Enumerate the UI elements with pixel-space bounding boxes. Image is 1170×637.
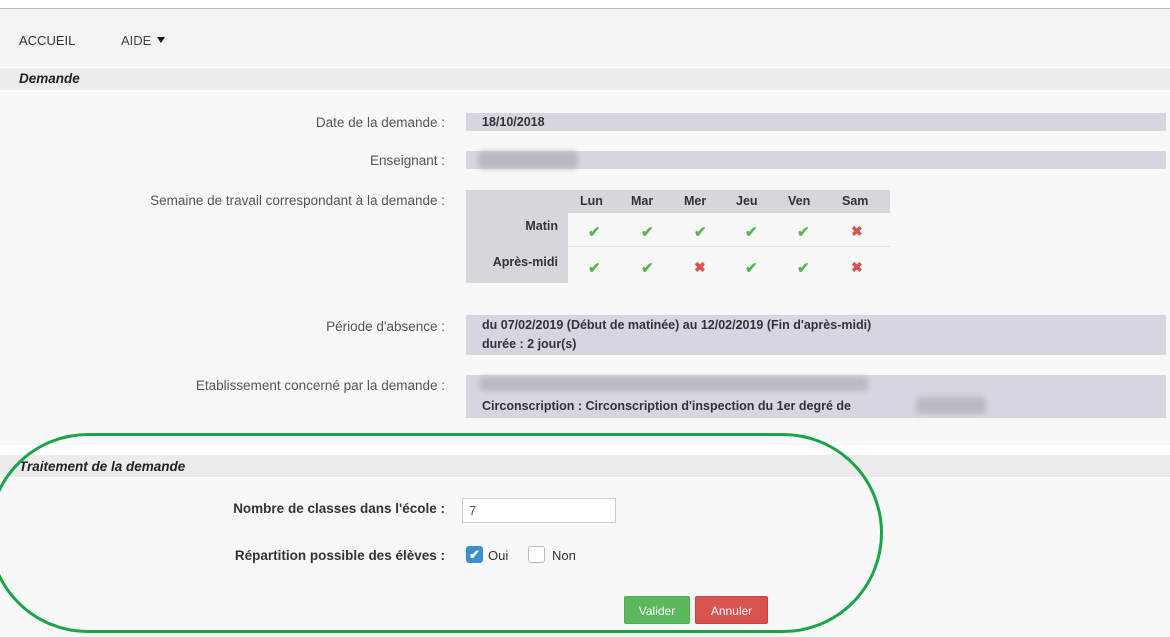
circonscription-text: Circonscription : Circonscription d'insp…: [482, 399, 851, 413]
non-label[interactable]: Non: [552, 548, 576, 563]
check-icon: ✔: [588, 260, 601, 277]
annuler-button[interactable]: Annuler: [695, 596, 768, 624]
caret-down-icon: [157, 36, 166, 43]
date-label: Date de la demande :: [315, 115, 445, 130]
nav-aide-menu[interactable]: AIDE: [121, 33, 166, 48]
date-value: 18/10/2018: [482, 115, 545, 129]
nav-aide-label: AIDE: [121, 33, 152, 48]
traitement-title: Traitement de la demande: [19, 459, 186, 474]
cross-icon: ✖: [851, 259, 863, 275]
redacted-etablissement: [480, 377, 868, 391]
enseignant-label: Enseignant :: [369, 153, 445, 168]
navbar: ACCUEIL AIDE: [0, 9, 1170, 67]
day-header: Mar: [631, 194, 654, 208]
traitement-section-header: Traitement de la demande: [0, 455, 1170, 477]
check-icon: ✔: [641, 260, 654, 277]
redacted-enseignant: [478, 151, 578, 169]
schedule-table: Lun Mar Mer Jeu Ven Sam Matin Après-midi…: [466, 190, 890, 283]
day-header: Sam: [842, 194, 869, 208]
repartition-label: Répartition possible des élèves :: [234, 548, 445, 563]
periode-line-1: du 07/02/2019 (Début de matinée) au 12/0…: [482, 318, 872, 332]
check-icon: ✔: [745, 260, 758, 277]
check-icon: ✔: [745, 224, 758, 241]
nb-classes-input[interactable]: [462, 498, 616, 523]
checkmark-icon: ✔: [469, 547, 480, 562]
nav-accueil-link[interactable]: ACCUEIL: [19, 33, 75, 48]
check-icon: ✔: [797, 260, 810, 277]
semaine-label: Semaine de travail correspondant à la de…: [150, 193, 445, 208]
row-label-matin: Matin: [525, 219, 558, 233]
cross-icon: ✖: [851, 223, 863, 239]
day-header: Jeu: [736, 194, 758, 208]
day-header: Mer: [684, 194, 707, 208]
demande-section-header: Demande: [0, 68, 1170, 90]
check-icon: ✔: [694, 224, 707, 241]
non-checkbox[interactable]: [528, 546, 545, 563]
redacted-circonscription: [916, 397, 986, 414]
nb-classes-label: Nombre de classes dans l'école :: [233, 501, 445, 516]
day-header: Lun: [580, 194, 603, 208]
schedule-row-divider: [568, 246, 890, 247]
date-value-field: 18/10/2018: [466, 113, 1166, 131]
demande-title: Demande: [19, 71, 80, 86]
periode-value-field: du 07/02/2019 (Début de matinée) au 12/0…: [466, 315, 1166, 355]
periode-label: Période d'absence :: [326, 319, 445, 334]
valider-button[interactable]: Valider: [624, 596, 690, 624]
check-icon: ✔: [588, 224, 601, 241]
periode-line-2: durée : 2 jour(s): [482, 337, 577, 351]
check-icon: ✔: [797, 224, 810, 241]
check-icon: ✔: [641, 224, 654, 241]
etab-label: Etablissement concerné par la demande :: [195, 378, 445, 393]
row-label-apres-midi: Après-midi: [492, 255, 558, 269]
oui-label[interactable]: Oui: [488, 548, 508, 563]
cross-icon: ✖: [694, 259, 706, 275]
schedule-header: [466, 190, 890, 213]
day-header: Ven: [788, 194, 811, 208]
oui-checkbox[interactable]: ✔: [466, 546, 483, 563]
